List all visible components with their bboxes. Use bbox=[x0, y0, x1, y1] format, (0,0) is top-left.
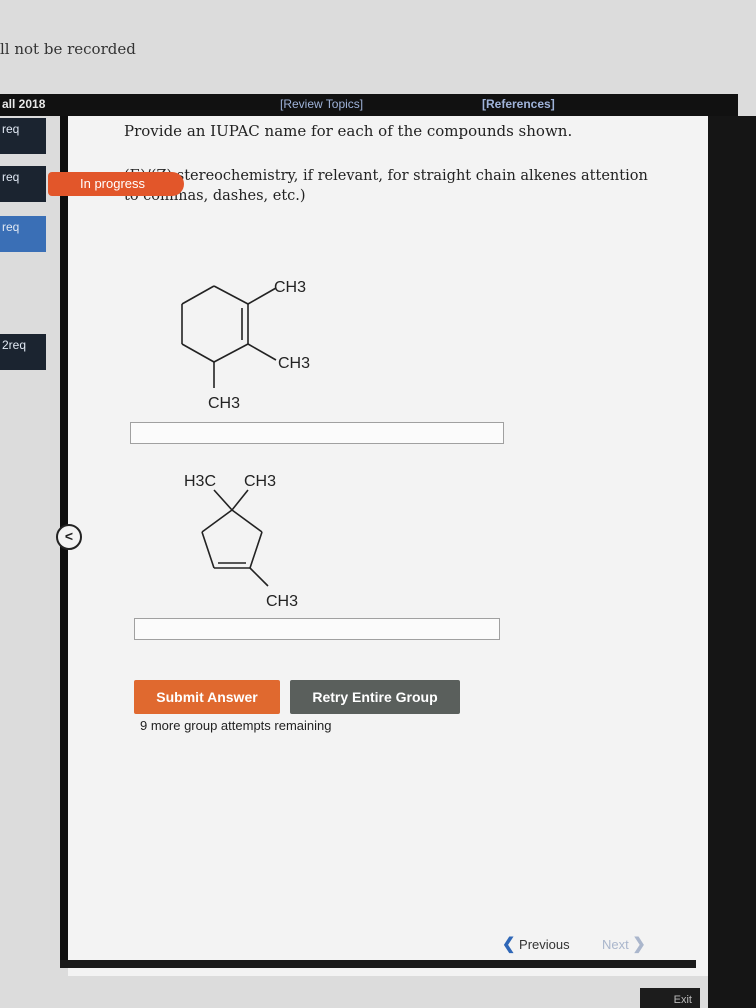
answer-input-2[interactable] bbox=[134, 618, 500, 640]
sidebar-item-4[interactable]: 2req bbox=[0, 334, 46, 370]
references-link[interactable]: [References] bbox=[482, 97, 555, 111]
sidebar-item-1[interactable]: req bbox=[0, 118, 46, 154]
molecule-2-label-right: CH3 bbox=[244, 473, 276, 490]
previous-label: Previous bbox=[519, 937, 570, 952]
attempts-remaining: 9 more group attempts remaining bbox=[140, 718, 332, 733]
chevron-right-icon: ❯ bbox=[632, 936, 646, 953]
question-text: Provide an IUPAC name for each of the co… bbox=[124, 122, 573, 140]
molecule-1-structure: CH3 CH3 CH3 bbox=[181, 279, 310, 412]
status-badge: In progress bbox=[48, 172, 184, 196]
next-label: Next bbox=[602, 937, 629, 952]
panel-bottom-border bbox=[60, 960, 696, 968]
sidebar-item-label: req bbox=[2, 170, 20, 184]
instruction-text: (E)/(Z) stereochemistry, if relevant, fo… bbox=[124, 168, 648, 204]
chevron-left-icon: ❮ bbox=[502, 936, 516, 953]
molecule-1-label-top: CH3 bbox=[274, 279, 306, 296]
molecule-2-label-left: H3C bbox=[184, 473, 216, 490]
molecule-1-label-bottom: CH3 bbox=[208, 395, 240, 412]
molecule-2-label-bottom: CH3 bbox=[266, 593, 298, 610]
sidebar-item-label: 2req bbox=[2, 338, 27, 352]
sidebar-item-label: req bbox=[2, 220, 20, 234]
previous-button[interactable]: ❮ Previous bbox=[502, 934, 570, 954]
sidebar-item-2[interactable]: req bbox=[0, 166, 46, 202]
exit-button[interactable]: Exit bbox=[640, 988, 700, 1008]
retry-group-button[interactable]: Retry Entire Group bbox=[290, 680, 460, 714]
course-title: all 2018 bbox=[2, 97, 46, 111]
monitor-edge bbox=[708, 116, 756, 1008]
molecule-2-structure: H3C CH3 CH3 bbox=[184, 473, 298, 610]
header-bar: all 2018 [Review Topics] [References] bbox=[0, 94, 738, 116]
collapse-sidebar-button[interactable]: < bbox=[56, 524, 82, 550]
molecule-1-label-right: CH3 bbox=[278, 355, 310, 372]
answer-input-1[interactable] bbox=[130, 422, 504, 444]
question-panel bbox=[68, 116, 708, 976]
sidebar-item-3[interactable]: req bbox=[0, 216, 46, 252]
sidebar-item-label: req bbox=[2, 122, 20, 136]
submit-answer-button[interactable]: Submit Answer bbox=[134, 680, 280, 714]
next-button[interactable]: Next ❯ bbox=[602, 934, 646, 954]
review-topics-link[interactable]: [Review Topics] bbox=[280, 97, 363, 111]
recording-notice: ll not be recorded bbox=[0, 40, 136, 58]
